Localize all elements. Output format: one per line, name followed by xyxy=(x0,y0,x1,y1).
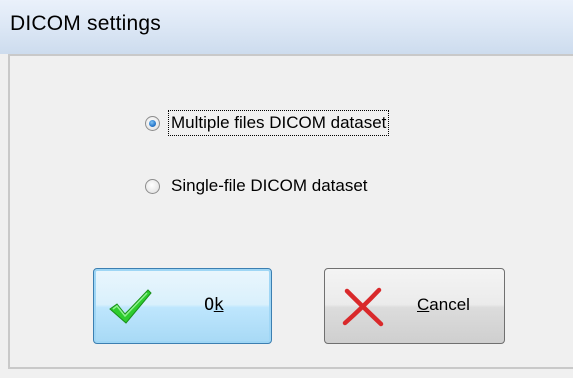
cross-icon xyxy=(342,287,384,327)
radio-label-single-file[interactable]: Single-file DICOM dataset xyxy=(169,174,370,198)
title-bar[interactable]: DICOM settings xyxy=(0,0,573,54)
cancel-button[interactable]: Cancel xyxy=(324,268,505,344)
radio-button-icon[interactable] xyxy=(145,178,160,194)
checkmark-icon xyxy=(109,289,152,324)
radio-single-file[interactable]: Single-file DICOM dataset xyxy=(145,173,370,199)
radio-multiple-files[interactable]: Multiple files DICOM dataset xyxy=(145,110,390,136)
dicom-settings-dialog: DICOM settings Multiple files DICOM data… xyxy=(0,0,573,378)
radio-button-selected-icon[interactable] xyxy=(145,115,160,131)
radio-label-multiple-files[interactable]: Multiple files DICOM dataset xyxy=(167,110,390,136)
window-title: DICOM settings xyxy=(10,12,161,35)
ok-button-label: Ok xyxy=(204,295,224,315)
ok-button[interactable]: Ok xyxy=(93,268,272,344)
cancel-button-label: Cancel xyxy=(417,295,470,314)
